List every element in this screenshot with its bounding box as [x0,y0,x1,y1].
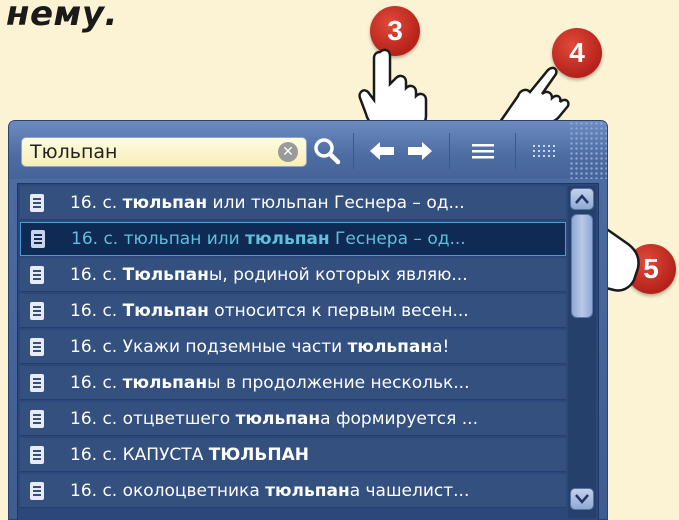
pointing-hand-icon [358,48,428,128]
scrollbar-thumb[interactable] [571,214,593,318]
list-view-icon [472,144,494,159]
list-item[interactable]: 16. с. отцветшего тюльпана формируется .… [20,402,566,436]
grid-view-button[interactable] [523,133,567,169]
document-icon [30,481,44,500]
search-results-window: ✕ [8,120,608,520]
toolbar-divider [449,133,450,169]
resize-grip[interactable] [569,121,607,179]
next-button[interactable] [403,133,437,169]
search-field[interactable]: ✕ [21,137,307,167]
document-icon [30,409,44,428]
document-icon [31,230,45,248]
chevron-up-icon [575,194,589,204]
list-item[interactable]: 16. с. Тюльпаны, родиной которых являю..… [20,258,566,292]
search-button[interactable] [309,133,345,169]
search-input[interactable] [22,138,262,166]
list-item[interactable]: 16. с. тюльпаны в продолжение нескольк..… [20,366,566,400]
toolbar: ✕ [9,121,607,179]
chevron-down-icon [575,494,589,504]
clear-search-icon[interactable]: ✕ [278,142,298,162]
toolbar-divider [515,133,516,169]
document-icon [30,301,44,320]
search-icon [314,138,341,165]
list-item[interactable]: 16. с. Тюльпан относится к первым весен.… [20,294,566,328]
grid-view-icon [533,145,555,157]
results-list: 16. с. тюльпан или тюльпан Геснера – од.… [17,183,599,520]
arrow-left-icon [370,142,394,160]
document-icon [30,193,44,212]
scroll-up-button[interactable] [570,188,594,210]
previous-button[interactable] [365,133,399,169]
list-item[interactable]: 16. с. КАПУСТА ТЮЛЬПАН [20,438,566,472]
pointing-hand-icon [497,66,570,124]
scroll-down-button[interactable] [570,488,594,510]
list-view-button[interactable] [461,133,505,169]
arrow-right-icon [408,142,432,160]
document-icon [30,373,44,392]
toolbar-divider [353,133,354,169]
page-heading: нему. [6,0,118,34]
list-item[interactable]: 16. с. Укажи подземные части тюльпана! [20,330,566,364]
document-icon [30,337,44,356]
list-item-selected[interactable]: 16. с. тюльпан или тюльпан Геснера – од.… [20,222,566,256]
list-item[interactable]: 16. с. околоцветника тюльпана чашелист..… [20,474,566,508]
vertical-scrollbar[interactable] [568,186,596,518]
list-item[interactable]: 16. с. тюльпан или тюльпан Геснера – од.… [20,186,566,220]
document-icon [30,265,44,284]
document-icon [30,445,44,464]
